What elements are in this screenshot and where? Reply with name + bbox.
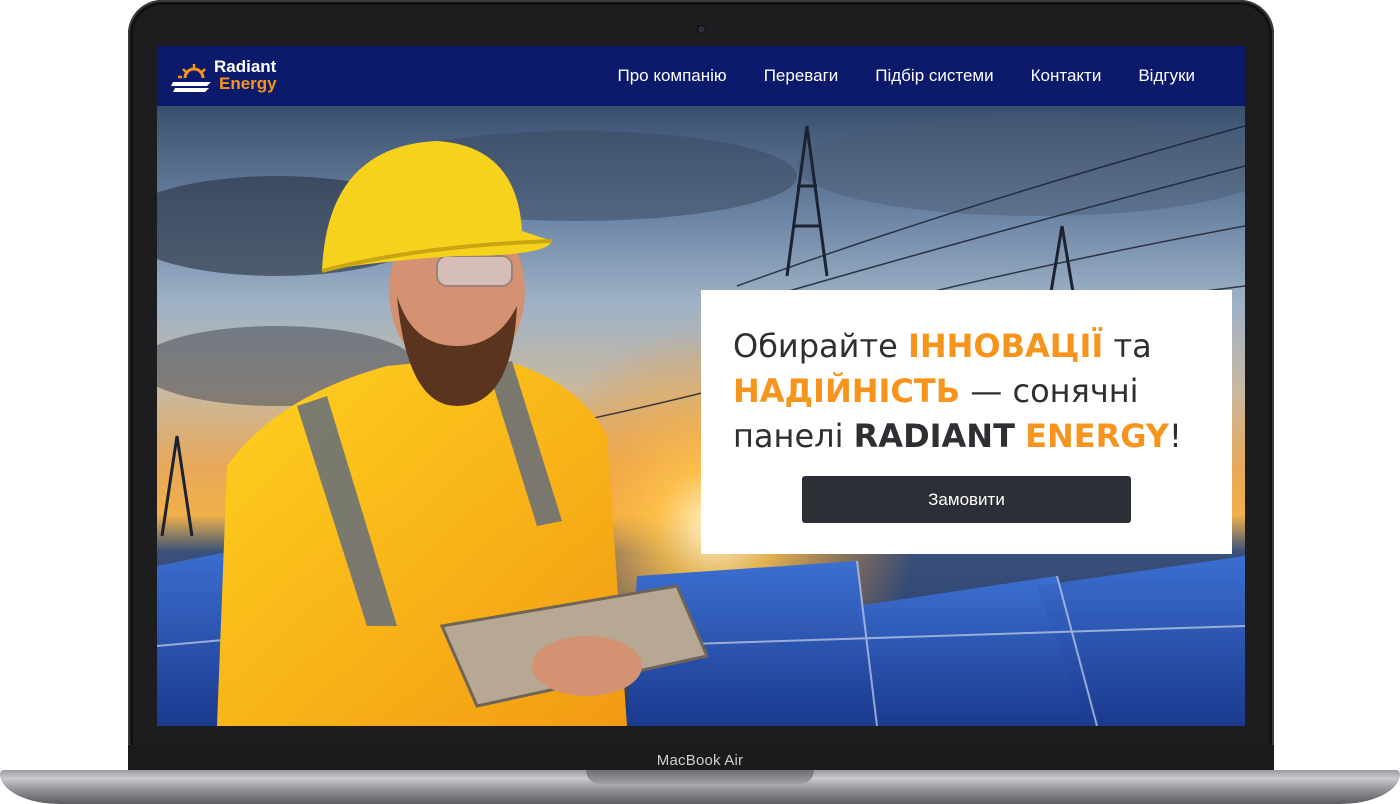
order-button[interactable]: Замовити — [802, 476, 1131, 523]
hero-cta-card: Обирайте ІННОВАЦІЇ та НАДІЙНІСТЬ — соняч… — [701, 290, 1232, 554]
nav-link-contacts[interactable]: Контакти — [1031, 66, 1102, 86]
nav-link-reviews[interactable]: Відгуки — [1138, 66, 1195, 86]
laptop-hinge-notch — [586, 770, 814, 784]
nav-link-advantages[interactable]: Переваги — [764, 66, 839, 86]
brand-name-line2: Energy — [219, 74, 277, 93]
nav-link-about[interactable]: Про компанію — [617, 66, 726, 86]
nav-menu: Про компанію Переваги Підбір системи Кон… — [617, 46, 1195, 106]
camera-icon — [698, 26, 705, 33]
hero-headline: Обирайте ІННОВАЦІЇ та НАДІЙНІСТЬ — соняч… — [733, 324, 1213, 459]
headline-accent-reliability: НАДІЙНІСТЬ — [733, 372, 961, 410]
headline-accent-innovations: ІННОВАЦІЇ — [907, 327, 1104, 365]
nav-link-system-selection[interactable]: Підбір системи — [875, 66, 993, 86]
headline-text-2: та — [1103, 327, 1152, 365]
hero-section: Обирайте ІННОВАЦІЇ та НАДІЙНІСТЬ — соняч… — [157, 106, 1245, 726]
headline-brand-radiant: RADIANT — [853, 417, 1015, 455]
headline-text-1: Обирайте — [733, 327, 908, 365]
brand-logo[interactable]: Radiant Energy — [171, 56, 291, 98]
device-model-label: MacBook Air — [656, 752, 744, 769]
headline-exclamation: ! — [1168, 417, 1182, 455]
sun-panel-logo-icon — [171, 64, 211, 92]
top-navbar: Radiant Energy Про компанію Переваги Під… — [157, 46, 1245, 106]
browser-screen: Radiant Energy Про компанію Переваги Під… — [157, 46, 1245, 726]
headline-space — [1015, 417, 1025, 455]
headline-brand-energy: ENERGY — [1025, 417, 1169, 455]
